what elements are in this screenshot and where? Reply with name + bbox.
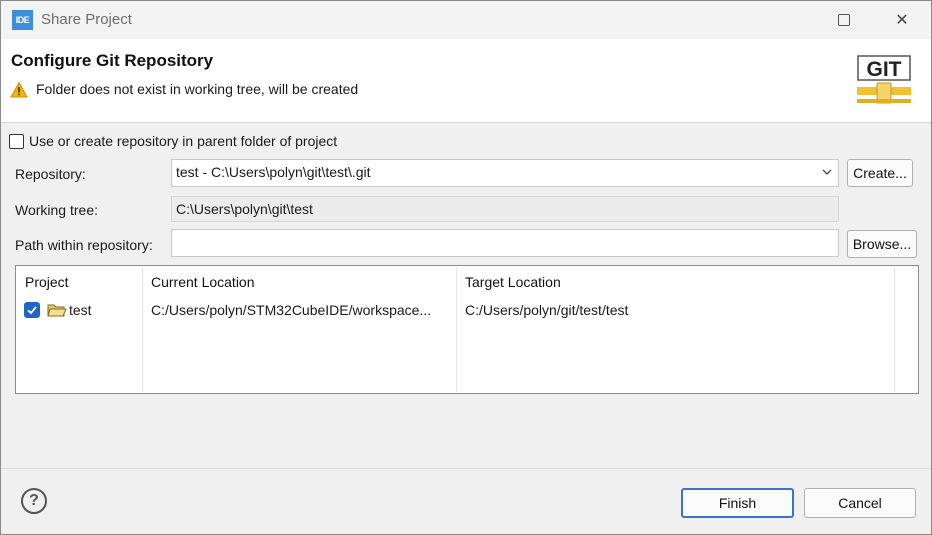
- app-icon-text: IDE: [15, 15, 30, 25]
- git-logo-icon: GIT: [857, 55, 911, 104]
- column-header-target-location[interactable]: Target Location: [456, 266, 894, 296]
- repository-label: Repository:: [15, 166, 86, 182]
- column-divider: [894, 267, 895, 392]
- footer-divider: [1, 468, 931, 469]
- page-title: Configure Git Repository: [11, 51, 214, 70]
- cancel-button[interactable]: Cancel: [804, 488, 916, 518]
- target-location-cell: C:/Users/polyn/git/test/test: [465, 302, 629, 318]
- ide-app-icon: IDE: [12, 10, 33, 30]
- git-logo-text: GIT: [867, 58, 902, 81]
- warning-message: Folder does not exist in working tree, w…: [36, 81, 359, 97]
- maximize-button[interactable]: [821, 1, 867, 39]
- current-location-cell: C:/Users/polyn/STM32CubeIDE/workspace...: [151, 302, 432, 318]
- warning-triangle-icon: [10, 81, 28, 98]
- path-within-repo-input[interactable]: [171, 229, 839, 257]
- use-parent-repo-option[interactable]: Use or create repository in parent folde…: [9, 133, 337, 149]
- use-parent-repo-checkbox[interactable]: [9, 133, 24, 149]
- path-within-repo-label: Path within repository:: [15, 237, 153, 253]
- chevron-down-icon: [822, 169, 832, 175]
- working-tree-label: Working tree:: [15, 202, 98, 218]
- window-title: Share Project: [41, 11, 132, 28]
- use-parent-repo-label: Use or create repository in parent folde…: [29, 133, 338, 149]
- create-button[interactable]: Create...: [847, 159, 913, 187]
- title-bar: IDE Share Project ✕: [1, 1, 931, 39]
- checkmark-icon: [27, 306, 37, 315]
- close-button[interactable]: ✕: [879, 1, 925, 39]
- repository-combo[interactable]: test - C:\Users\polyn\git\test\.git: [171, 159, 839, 187]
- column-header-project[interactable]: Project: [16, 266, 142, 296]
- finish-button[interactable]: Finish: [681, 488, 794, 518]
- wizard-header: Configure Git Repository Folder does not…: [1, 39, 931, 123]
- working-tree-field: C:\Users\polyn\git\test: [171, 196, 839, 222]
- open-folder-icon: [47, 304, 67, 317]
- repository-value: test - C:\Users\polyn\git\test\.git: [176, 164, 371, 180]
- project-row-checkbox[interactable]: [24, 302, 40, 318]
- help-icon[interactable]: ?: [21, 488, 47, 514]
- close-icon: ✕: [895, 12, 909, 29]
- project-table[interactable]: Project Current Location Target Location…: [15, 265, 919, 394]
- project-name: test: [69, 302, 92, 318]
- browse-button[interactable]: Browse...: [847, 230, 917, 258]
- maximize-icon: [838, 14, 850, 26]
- column-header-current-location[interactable]: Current Location: [142, 266, 456, 296]
- share-project-dialog: IDE Share Project ✕ Configure Git Reposi…: [0, 0, 932, 535]
